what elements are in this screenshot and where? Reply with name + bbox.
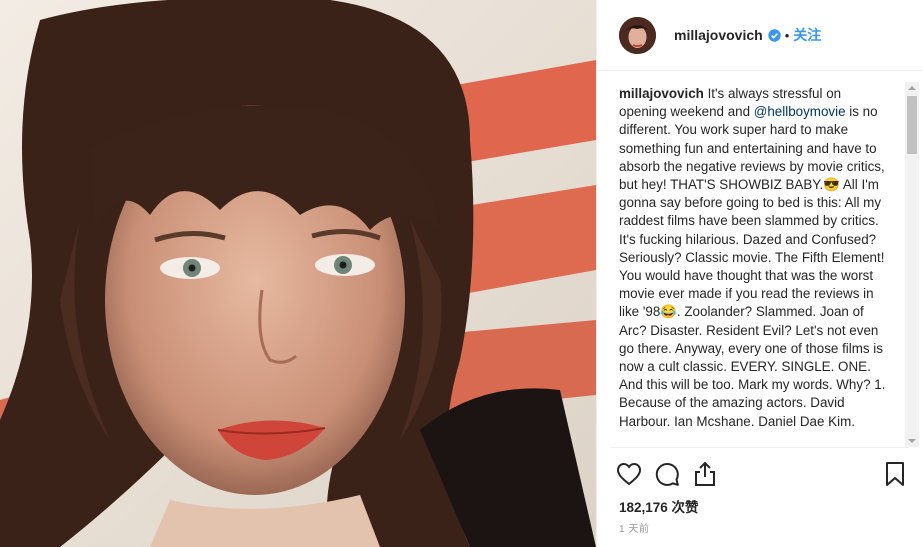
verified-badge-icon <box>768 28 781 42</box>
scroll-down-arrow-icon[interactable] <box>905 435 919 447</box>
post-photo[interactable] <box>0 0 596 547</box>
share-icon[interactable] <box>691 460 719 488</box>
actions-divider <box>611 447 909 448</box>
caption-text: millajovovich It's always stressful on o… <box>619 85 887 431</box>
caption-area: millajovovich It's always stressful on o… <box>619 85 887 447</box>
heart-icon[interactable] <box>615 460 643 488</box>
mention-link[interactable]: @hellboymovie <box>754 104 846 119</box>
comments-scrollbar[interactable] <box>905 82 919 447</box>
scroll-up-arrow-icon[interactable] <box>905 82 919 94</box>
instagram-post: millajovovich • 关注 millajovovich It's al… <box>0 0 923 547</box>
caption-username[interactable]: millajovovich <box>619 86 704 101</box>
separator-dot: • <box>784 27 790 43</box>
post-side-panel: millajovovich • 关注 millajovovich It's al… <box>596 0 923 547</box>
post-timestamp[interactable]: 1 天前 <box>619 520 649 535</box>
post-actions <box>616 460 909 490</box>
post-username[interactable]: millajovovich <box>674 27 763 43</box>
caption-part-2: is no different. You work super hard to … <box>619 104 886 429</box>
likes-count[interactable]: 182,176 次赞 <box>619 496 699 516</box>
scrollbar-thumb[interactable] <box>907 96 917 154</box>
selfie-image <box>0 0 596 547</box>
avatar[interactable] <box>619 16 656 54</box>
follow-button[interactable]: 关注 <box>793 25 821 45</box>
bookmark-icon[interactable] <box>881 460 909 488</box>
post-header: millajovovich • 关注 <box>597 0 923 71</box>
comment-icon[interactable] <box>653 460 681 488</box>
